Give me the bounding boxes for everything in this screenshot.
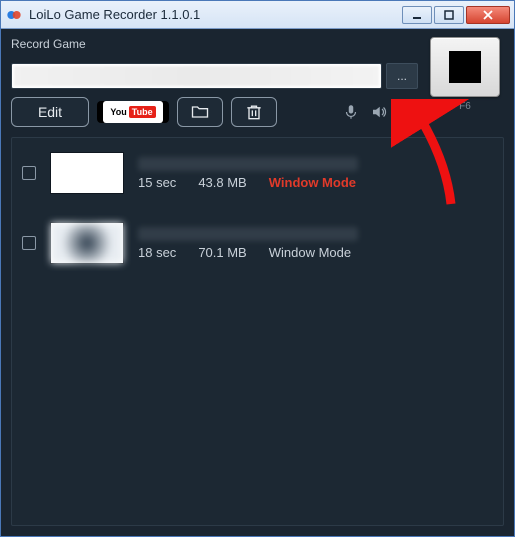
recording-filename-blurred (138, 227, 358, 241)
minimize-button[interactable] (402, 6, 432, 24)
recording-size: 43.8 MB (198, 175, 246, 190)
recording-checkbox[interactable] (22, 236, 36, 250)
stop-icon (449, 51, 481, 83)
maximize-button[interactable] (434, 6, 464, 24)
settings-button[interactable] (396, 101, 418, 123)
recording-mode: Window Mode (269, 175, 356, 190)
recording-meta: 15 sec 43.8 MB Window Mode (138, 157, 493, 190)
sound-button[interactable] (368, 101, 390, 123)
recording-thumbnail[interactable] (50, 152, 124, 194)
youtube-button[interactable]: YouTube (97, 101, 169, 123)
titlebar[interactable]: LoiLo Game Recorder 1.1.0.1 (1, 1, 514, 29)
game-path-value-blurred (14, 66, 379, 86)
recording-filename-blurred (138, 157, 358, 171)
edit-button[interactable]: Edit (11, 97, 89, 127)
folder-icon (190, 102, 210, 122)
open-folder-button[interactable] (177, 97, 223, 127)
recording-checkbox[interactable] (22, 166, 36, 180)
gear-icon (398, 103, 416, 121)
list-item[interactable]: 18 sec 70.1 MB Window Mode (12, 208, 503, 278)
mic-button[interactable] (340, 101, 362, 123)
recording-duration: 18 sec (138, 245, 176, 260)
game-path-input[interactable] (11, 63, 382, 89)
recordings-list: 15 sec 43.8 MB Window Mode 18 sec 70.1 M… (11, 137, 504, 526)
trash-icon (244, 102, 264, 122)
window-controls (402, 6, 510, 24)
app-body: Record Game ... Edit YouTube (1, 29, 514, 536)
browse-button[interactable]: ... (386, 63, 418, 89)
record-game-label: Record Game (11, 37, 418, 51)
record-stop-button[interactable] (430, 37, 500, 97)
microphone-icon (342, 103, 360, 121)
list-item[interactable]: 15 sec 43.8 MB Window Mode (12, 138, 503, 208)
record-hotkey-label: F6 (459, 101, 471, 112)
delete-button[interactable] (231, 97, 277, 127)
window-title: LoiLo Game Recorder 1.1.0.1 (29, 7, 402, 22)
speaker-icon (370, 103, 388, 121)
recording-thumbnail[interactable] (50, 222, 124, 264)
close-button[interactable] (466, 6, 510, 24)
recording-duration: 15 sec (138, 175, 176, 190)
app-icon (5, 6, 23, 24)
recording-size: 70.1 MB (198, 245, 246, 260)
recording-meta: 18 sec 70.1 MB Window Mode (138, 227, 493, 260)
app-window: LoiLo Game Recorder 1.1.0.1 Record Game (0, 0, 515, 537)
recording-mode: Window Mode (269, 245, 351, 260)
youtube-icon: YouTube (103, 101, 163, 123)
